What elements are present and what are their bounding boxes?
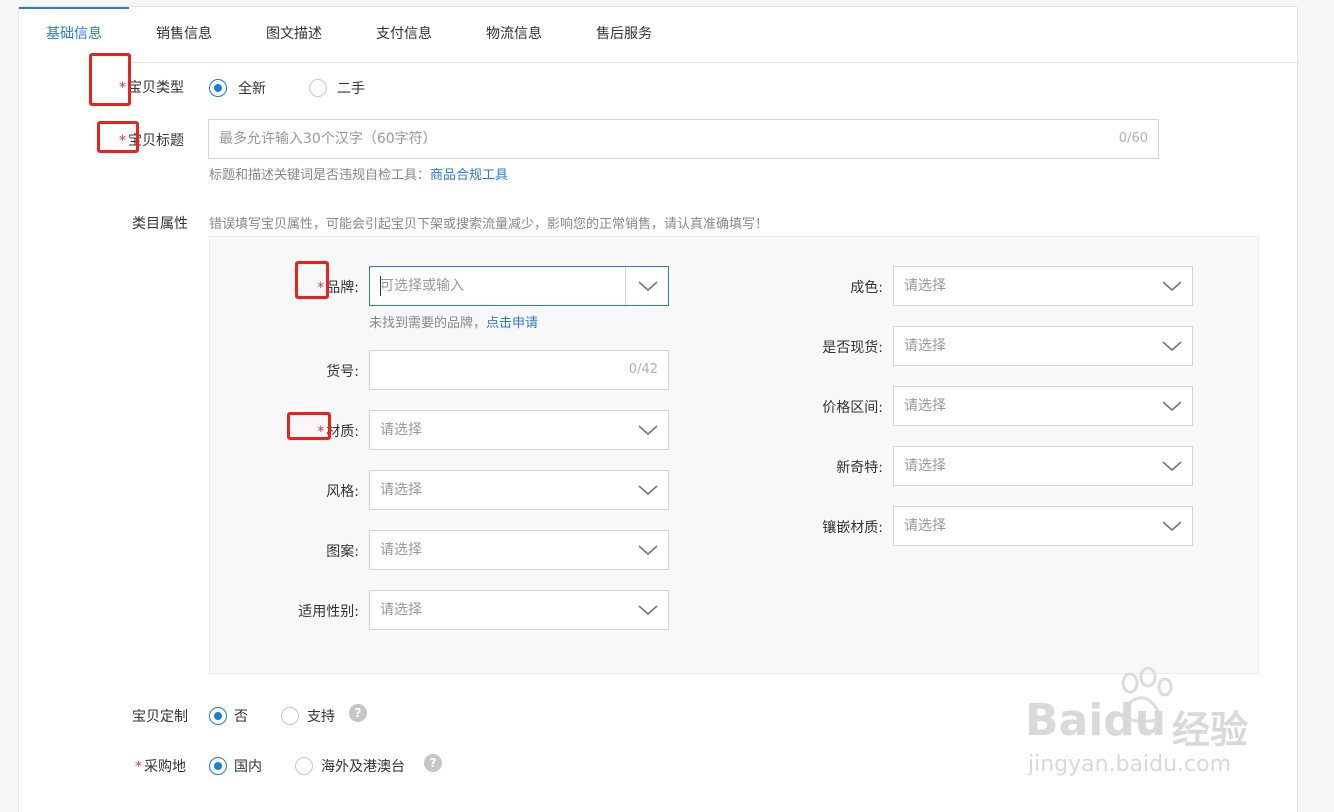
chevron-down-icon[interactable] [637,277,659,295]
inlay-label: 镶嵌材质: [822,520,883,536]
pattern-label: 图案: [326,544,359,560]
brand-placeholder: 可选择或输入 [380,278,464,294]
inlay-placeholder: 请选择 [904,518,946,534]
color-placeholder: 请选择 [904,278,946,294]
compliance-tool-link[interactable]: 商品合规工具 [430,168,508,183]
category-label: 类目属性 [132,216,188,232]
color-select[interactable]: 请选择 [893,266,1193,306]
title-placeholder: 最多允许输入30个汉字（60字符） [219,131,437,147]
gender-label: 适用性别: [298,604,359,620]
tab-payment-info[interactable]: 支付信息 [349,7,459,63]
in-stock-placeholder: 请选择 [904,338,946,354]
novelty-placeholder: 请选择 [904,458,946,474]
chevron-down-icon [1162,461,1182,472]
pattern-placeholder: 请选择 [380,542,422,558]
brand-divider [625,267,626,305]
title-char-count: 0/60 [1118,131,1148,146]
brand-combobox[interactable]: 可选择或输入 [369,266,669,306]
novelty-label: 新奇特: [836,460,883,476]
watermark-brand: Baidu [1025,695,1167,746]
category-warning: 错误填写宝贝属性，可能会引起宝贝下架或搜索流量减少，影响您的正常销售，请认真准确… [209,217,769,232]
tab-after-sales[interactable]: 售后服务 [569,7,679,63]
help-icon[interactable]: ? [349,704,367,722]
material-placeholder: 请选择 [380,422,422,438]
item-type-new-radio[interactable] [209,79,227,97]
gender-placeholder: 请选择 [380,602,422,618]
custom-no-label[interactable]: 否 [234,706,248,726]
item-type-used-radio[interactable] [309,79,327,97]
price-range-label: 价格区间: [822,400,883,416]
gender-select[interactable]: 请选择 [369,590,669,630]
help-icon[interactable]: ? [424,754,442,772]
inlay-select[interactable]: 请选择 [893,506,1193,546]
custom-label: 宝贝定制 [132,709,188,725]
color-label: 成色: [850,280,883,296]
custom-yes-label[interactable]: 支持 [307,706,335,726]
origin-domestic-label[interactable]: 国内 [234,756,262,776]
custom-no-radio[interactable] [209,707,227,725]
tab-description[interactable]: 图文描述 [239,7,349,63]
form-panel: 基础信息 销售信息 图文描述 支付信息 物流信息 售后服务 * 宝贝类型 全新 二… [18,6,1299,812]
annotation-box [295,261,329,299]
in-stock-select[interactable]: 请选择 [893,326,1193,366]
origin-overseas-label[interactable]: 海外及港澳台 [321,756,405,776]
style-select[interactable]: 请选择 [369,470,669,510]
custom-yes-radio[interactable] [281,707,299,725]
origin-label: * 采购地 [135,759,186,775]
chevron-down-icon [1162,521,1182,532]
title-hint: 标题和描述关键词是否违规自检工具：商品合规工具 [209,168,509,183]
chevron-down-icon [638,605,658,616]
title-input[interactable]: 最多允许输入30个汉字（60字符） 0/60 [208,119,1159,159]
chevron-down-icon [1162,341,1182,352]
chevron-down-icon [638,545,658,556]
origin-overseas-radio[interactable] [295,757,313,775]
material-select[interactable]: 请选择 [369,410,669,450]
price-range-placeholder: 请选择 [904,398,946,414]
apply-brand-link[interactable]: 点击申请 [486,316,538,331]
sku-label: 货号: [326,364,359,380]
chevron-down-icon [638,425,658,436]
chevron-down-icon [638,485,658,496]
origin-domestic-radio[interactable] [209,757,227,775]
item-type-used-label[interactable]: 二手 [337,78,365,98]
brand-hint: 未找到需要的品牌，点击申请 [369,316,539,331]
sku-char-count: 0/42 [628,362,658,377]
tab-logistics-info[interactable]: 物流信息 [459,7,569,63]
annotation-box [287,412,331,440]
chevron-down-icon [1162,281,1182,292]
in-stock-label: 是否现货: [822,340,883,356]
watermark-url: jingyan.baidu.com [1028,752,1232,777]
chevron-down-icon [1162,401,1182,412]
annotation-box [89,53,131,106]
novelty-select[interactable]: 请选择 [893,446,1193,486]
tab-bar: 基础信息 销售信息 图文描述 支付信息 物流信息 售后服务 [19,7,1299,63]
price-range-select[interactable]: 请选择 [893,386,1193,426]
tab-sales-info[interactable]: 销售信息 [129,7,239,63]
annotation-box [97,121,139,153]
watermark-cn: 经验 [1172,708,1249,752]
sku-input[interactable]: 0/42 [369,350,669,390]
item-type-new-label[interactable]: 全新 [238,78,266,98]
style-placeholder: 请选择 [380,482,422,498]
pattern-select[interactable]: 请选择 [369,530,669,570]
style-label: 风格: [326,484,359,500]
